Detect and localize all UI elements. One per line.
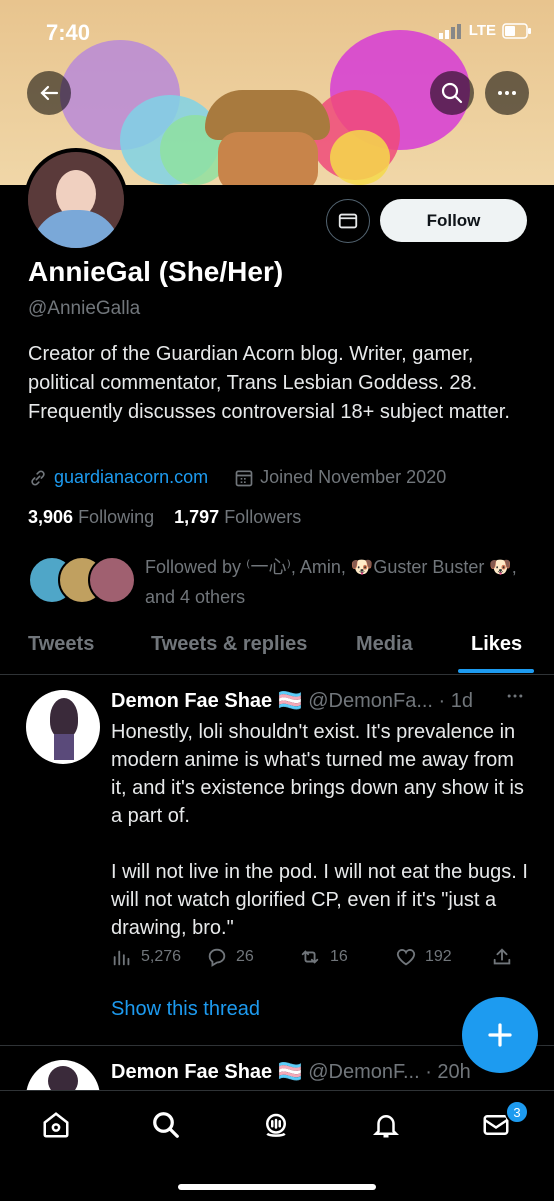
profile-website-link[interactable]: guardianacorn.com <box>54 467 208 488</box>
like-count: 192 <box>425 948 452 965</box>
home-icon <box>43 1112 69 1138</box>
profile-avatar[interactable] <box>24 148 128 252</box>
reply-icon <box>208 948 226 967</box>
more-icon <box>498 91 516 95</box>
tweet-text: Honestly, loli shouldn't exist. It's pre… <box>111 718 531 942</box>
more-button[interactable] <box>485 71 529 115</box>
share-button[interactable] <box>491 946 513 968</box>
plus-icon <box>488 1023 512 1047</box>
signal-icon <box>438 23 461 39</box>
status-icons: LTE <box>438 22 532 39</box>
profile-tabs: Tweets Tweets & replies Media Likes <box>0 624 554 675</box>
search-button[interactable] <box>430 71 474 115</box>
spaces-icon <box>266 1113 286 1137</box>
heart-icon <box>396 949 416 966</box>
like-button[interactable]: 192 <box>395 946 452 968</box>
status-time: 7:40 <box>46 20 91 45</box>
follower-avatar <box>88 556 136 604</box>
nav-search[interactable] <box>146 1105 186 1145</box>
show-thread-link[interactable]: Show this thread <box>111 998 260 1021</box>
message-button[interactable] <box>326 199 370 243</box>
search-icon <box>441 82 463 104</box>
views-count: 5,276 <box>141 948 182 965</box>
link-icon <box>31 469 45 486</box>
tab-media[interactable]: Media <box>356 633 413 656</box>
reply-button[interactable]: 26 <box>206 946 254 968</box>
messages-badge: 3 <box>505 1100 529 1124</box>
arrow-left-icon <box>40 85 59 101</box>
calendar-icon <box>235 470 253 486</box>
battery-icon <box>502 22 531 39</box>
tweet-handle-time: @DemonFa... · 1d <box>308 690 474 712</box>
trans-flag-icon: 🏳️‍⚧️ <box>277 690 303 712</box>
tab-tweets[interactable]: Tweets <box>28 633 94 656</box>
tweet-actions: 5,276 26 16 192 <box>111 946 521 972</box>
tweet-paragraph: I will not live in the pod. I will not e… <box>111 861 528 939</box>
nav-home[interactable] <box>36 1105 76 1145</box>
share-icon <box>493 948 511 965</box>
avatar-hair <box>50 698 78 738</box>
trans-flag-icon: 🏳️‍⚧️ <box>277 1061 303 1083</box>
followers-count: 1,797 <box>174 507 220 527</box>
analytics-icon <box>113 950 130 966</box>
retweet-button[interactable]: 16 <box>298 946 348 968</box>
followers-label: Followers <box>224 507 302 527</box>
compose-tweet-button[interactable] <box>462 997 538 1073</box>
followed-by-text[interactable]: Followed by ⁽一心⁾, Amin, 🐶Guster Buster 🐶… <box>145 552 535 612</box>
search-icon <box>153 1112 179 1138</box>
profile-name: AnnieGal (She/Her) <box>28 256 284 287</box>
more-icon <box>507 694 523 698</box>
back-button[interactable] <box>27 71 71 115</box>
tab-tweets-replies[interactable]: Tweets & replies <box>151 633 307 656</box>
acorn-body <box>218 132 318 185</box>
tweet-paragraph: Honestly, loli shouldn't exist. It's pre… <box>111 721 524 827</box>
retweet-count: 16 <box>330 948 348 965</box>
followers-link[interactable]: 1,797 Followers <box>174 507 301 527</box>
following-label: Following <box>78 507 155 527</box>
home-indicator[interactable] <box>178 1184 376 1190</box>
follow-button[interactable]: Follow <box>380 199 527 242</box>
follow-counts: 3,906 Following 1,797 Followers <box>28 507 301 528</box>
following-count: 3,906 <box>28 507 74 527</box>
following-link[interactable]: 3,906 Following <box>28 507 154 527</box>
banner-art <box>330 130 390 185</box>
avatar-body <box>54 734 74 760</box>
reply-count: 26 <box>236 948 254 965</box>
bell-icon <box>372 1115 400 1138</box>
tweet-handle-time: @DemonF... · 20h <box>308 1061 471 1083</box>
profile-meta: guardianacorn.com Joined November 2020 <box>28 467 446 488</box>
network-label: LTE <box>468 22 496 39</box>
profile-bio: Creator of the Guardian Acorn blog. Writ… <box>28 343 510 423</box>
retweet-icon <box>301 950 319 964</box>
tab-likes[interactable]: Likes <box>471 633 522 656</box>
tweet-author-name[interactable]: Demon Fae Shae <box>111 690 272 712</box>
nav-spaces[interactable] <box>256 1105 296 1145</box>
envelope-icon <box>338 213 358 229</box>
joined-date: Joined November 2020 <box>260 467 447 487</box>
tweet-header: Demon Fae Shae 🏳️‍⚧️ @DemonFa... · 1d <box>111 688 473 713</box>
status-bar: 7:40 LTE <box>0 20 554 50</box>
tweet-author-avatar[interactable] <box>26 690 100 764</box>
tab-active-indicator <box>458 669 534 673</box>
nav-notifications[interactable] <box>366 1105 406 1145</box>
tweet-header: Demon Fae Shae 🏳️‍⚧️ @DemonF... · 20h <box>111 1059 471 1084</box>
tweet-more-button[interactable] <box>505 686 525 712</box>
profile-handle: @AnnieGalla <box>28 298 141 319</box>
tweet-author-name[interactable]: Demon Fae Shae <box>111 1061 272 1083</box>
views-button[interactable]: 5,276 <box>111 946 181 968</box>
